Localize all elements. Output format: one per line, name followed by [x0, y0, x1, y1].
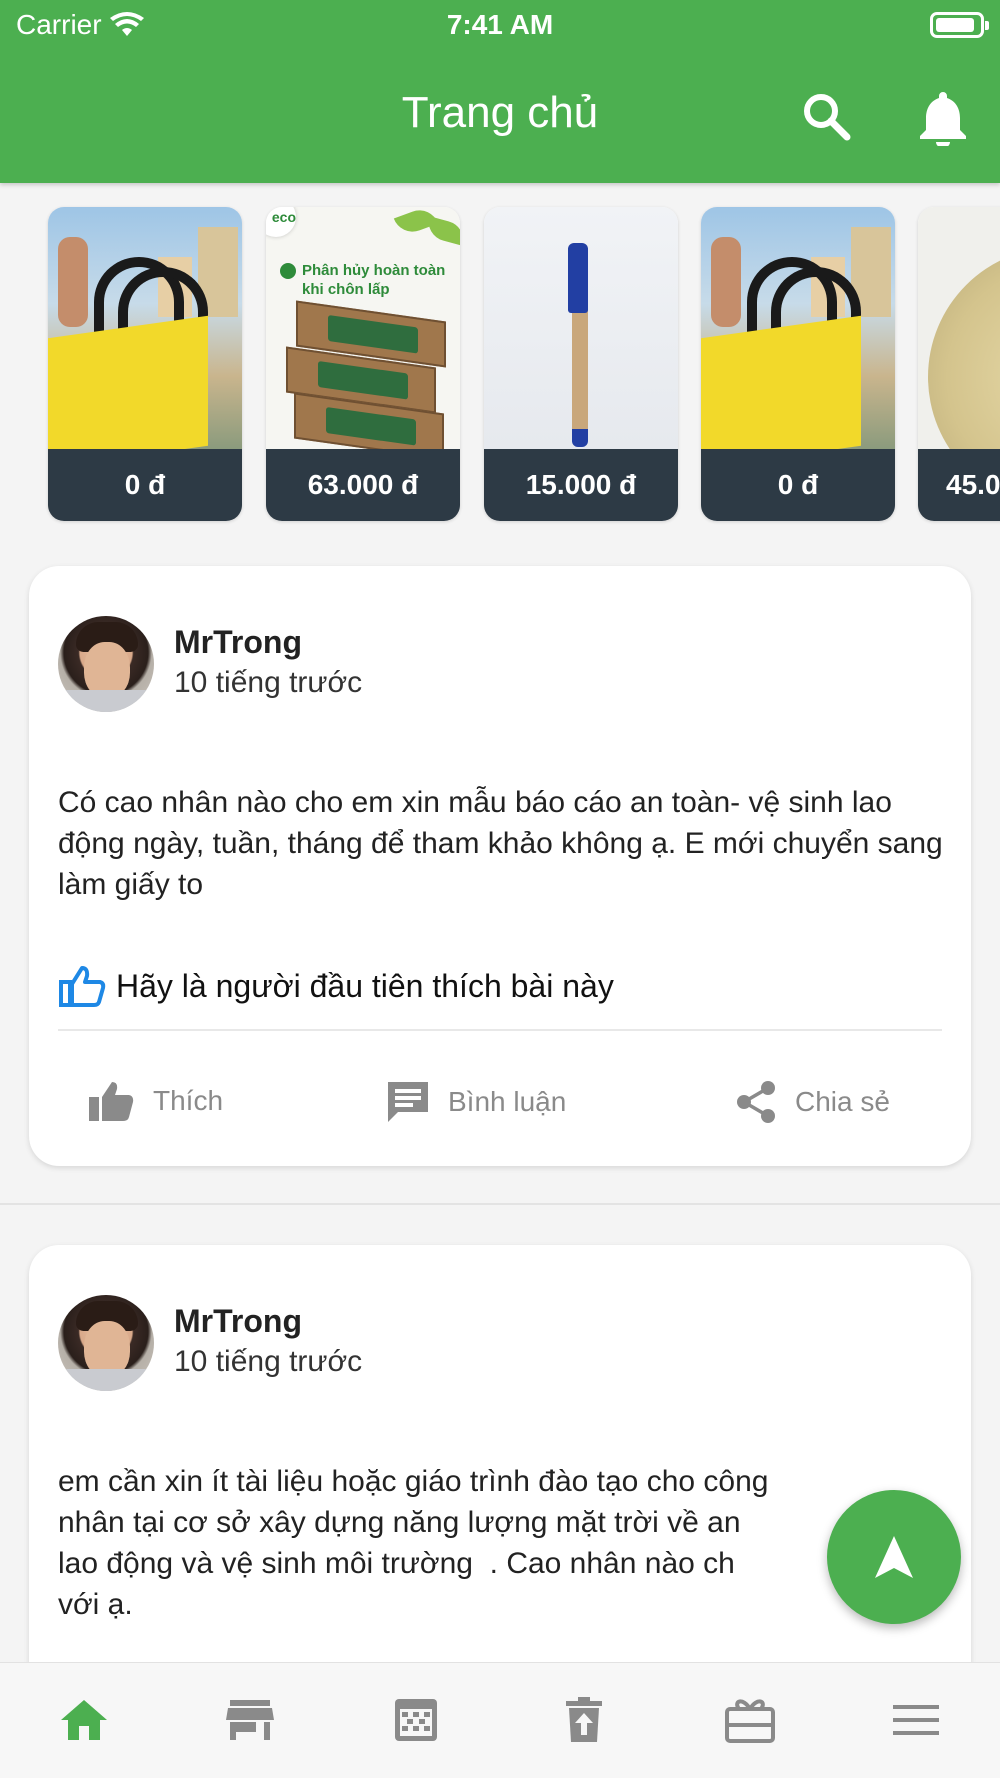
status-time: 7:41 AM: [446, 9, 554, 40]
post-author[interactable]: MrTrong: [174, 624, 302, 661]
share-button[interactable]: Chia sẻ: [735, 1080, 890, 1124]
feed-divider: [0, 1203, 1000, 1205]
thumbs-up-icon: [89, 1082, 134, 1121]
nav-gift-card[interactable]: [723, 1693, 777, 1747]
post-author[interactable]: MrTrong: [174, 1303, 302, 1340]
product-image-lid: [918, 207, 1000, 449]
post-text: em cần xin ít tài liệu hoặc giáo trình đ…: [58, 1461, 958, 1625]
product-price: 0 đ: [701, 449, 895, 521]
comment-button[interactable]: Bình luận: [386, 1080, 566, 1124]
bell-icon: [920, 92, 966, 148]
product-caption: Phân hủy hoàn toàn khi chôn lấp: [302, 262, 446, 298]
post-time: 10 tiếng trước: [174, 666, 363, 699]
product-card[interactable]: eco Phân hủy hoàn toàn khi chôn lấp 63.0…: [266, 207, 460, 521]
check-icon: [280, 263, 296, 279]
battery-icon: [930, 12, 989, 38]
gift-card-icon: [725, 1699, 775, 1743]
post-text-line: lao động và vệ sinh môi trường . Cao nhâ…: [58, 1547, 735, 1580]
post-card: MrTrong 10 tiếng trước em cần xin ít tài…: [29, 1245, 971, 1715]
menu-icon: [893, 1705, 939, 1735]
post-text-line: em cần xin ít tài liệu hoặc giáo trình đ…: [58, 1465, 769, 1498]
like-label: Thích: [153, 1085, 224, 1116]
navigate-fab[interactable]: [827, 1490, 961, 1624]
nav-menu[interactable]: [889, 1693, 943, 1747]
eco-logo: eco: [266, 207, 296, 237]
search-icon: [804, 94, 851, 141]
product-image-pen: [484, 207, 678, 449]
home-icon: [61, 1700, 107, 1740]
product-card[interactable]: 0 đ: [48, 207, 242, 521]
nav-trash[interactable]: [557, 1693, 611, 1747]
bottom-nav: [0, 1662, 1000, 1778]
post-text: Có cao nhân nào cho em xin mẫu báo cáo a…: [58, 786, 943, 901]
product-card[interactable]: 45.0: [918, 207, 1000, 521]
comment-label: Bình luận: [448, 1086, 567, 1117]
nav-home[interactable]: [57, 1693, 111, 1747]
share-label: Chia sẻ: [795, 1086, 890, 1117]
status-bar: Carrier 7:41 AM: [0, 0, 1000, 50]
product-card[interactable]: 0 đ: [701, 207, 895, 521]
product-image-bag: [48, 207, 242, 449]
app-bar: Carrier 7:41 AM Trang chủ: [0, 0, 1000, 183]
avatar[interactable]: [58, 616, 154, 712]
avatar[interactable]: [58, 1295, 154, 1391]
like-summary: Hãy là người đầu tiên thích bài này: [58, 964, 614, 1008]
product-image-boxes: eco Phân hủy hoàn toàn khi chôn lấp: [266, 207, 460, 449]
navigation-arrow-icon: [875, 1536, 913, 1578]
nav-store[interactable]: [223, 1693, 277, 1747]
comment-icon: [388, 1082, 428, 1122]
post-card: MrTrong 10 tiếng trước Có cao nhân nào c…: [29, 566, 971, 1166]
store-icon: [226, 1700, 274, 1740]
product-price: 0 đ: [48, 449, 242, 521]
thumbs-up-outline-icon: [59, 966, 106, 1007]
like-summary-text: Hãy là người đầu tiên thích bài này: [116, 967, 614, 1004]
nav-calendar[interactable]: [389, 1693, 443, 1747]
product-card[interactable]: 15.000 đ: [484, 207, 678, 521]
like-button[interactable]: Thích: [87, 1080, 223, 1122]
calendar-icon: [395, 1699, 437, 1741]
divider: [58, 1029, 942, 1031]
product-carousel[interactable]: 0 đ eco Phân hủy hoàn toàn khi chôn lấp …: [0, 183, 1000, 553]
product-image-bag: [701, 207, 895, 449]
product-price: 15.000 đ: [484, 449, 678, 521]
product-price: 45.0: [918, 449, 1000, 521]
post-time: 10 tiếng trước: [174, 1345, 363, 1378]
post-text-line: nhân tại cơ sở xây dựng năng lượng mặt t…: [58, 1506, 741, 1539]
notifications-button[interactable]: [916, 88, 970, 148]
search-button[interactable]: [800, 90, 854, 144]
trash-upload-icon: [566, 1697, 602, 1742]
product-price: 63.000 đ: [266, 449, 460, 521]
share-icon: [737, 1081, 775, 1123]
post-text-line: với ạ.: [58, 1588, 133, 1621]
